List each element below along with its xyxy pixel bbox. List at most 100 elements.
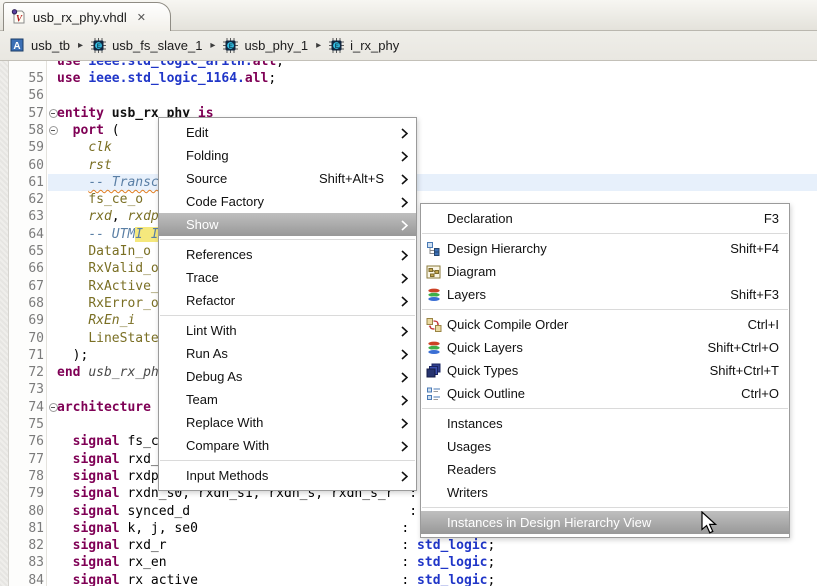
menu-item-trace[interactable]: Trace (159, 266, 416, 289)
submenu-arrow-icon (401, 371, 408, 386)
line-number: 72 (9, 364, 44, 382)
tab-usb-rx-phy[interactable]: V usb_rx_phy.vhdl ✕ (3, 2, 171, 31)
menu-item-quick-compile-order[interactable]: Quick Compile OrderCtrl+I (421, 313, 789, 336)
svg-text:E: E (229, 43, 234, 50)
code-token: rxd (88, 209, 111, 224)
code-token (57, 504, 73, 519)
menu-item-refactor[interactable]: Refactor (159, 289, 416, 312)
code-line-83[interactable]: signal rx_en : std_logic; (48, 554, 817, 571)
code-token (57, 158, 88, 173)
menu-item-edit[interactable]: Edit (159, 121, 416, 144)
menu-item-quick-outline[interactable]: Quick OutlineCtrl+O (421, 382, 789, 405)
breadcrumb: Ausb_tb▸Eusb_fs_slave_1▸Eusb_phy_1▸Ei_rx… (0, 31, 817, 61)
breadcrumb-item-usb-fs-slave-1[interactable]: Eusb_fs_slave_1 (91, 38, 202, 53)
code-token: ieee.std_logic_arith. (88, 61, 252, 69)
code-token: ieee.std_logic_1164. (88, 71, 245, 86)
code-token: synced_d : (127, 504, 417, 519)
code-token (57, 434, 73, 449)
code-token: ); (57, 348, 88, 363)
breadcrumb-label: usb_phy_1 (244, 38, 308, 53)
breadcrumb-arrow-icon: ▸ (316, 40, 321, 51)
menu-item-writers[interactable]: Writers (421, 481, 789, 504)
code-token: signal (73, 452, 128, 467)
code-token: use (57, 71, 88, 86)
submenu-arrow-icon (401, 150, 408, 165)
code-token: signal (73, 521, 128, 536)
tab-close-icon[interactable]: ✕ (137, 11, 146, 24)
menu-item-instances[interactable]: Instances (421, 412, 789, 435)
menu-item-usages[interactable]: Usages (421, 435, 789, 458)
layers-icon (426, 287, 442, 303)
code-line-84[interactable]: signal rx_active : std_logic; (48, 572, 817, 586)
menu-item-folding[interactable]: Folding (159, 144, 416, 167)
code-line-55[interactable]: use ieee.std_logic_1164.all; (48, 70, 817, 87)
menu-item-input-methods[interactable]: Input Methods (159, 464, 416, 487)
menu-item-code-factory[interactable]: Code Factory (159, 190, 416, 213)
code-token: , (112, 209, 128, 224)
menu-item-label: Layers (447, 287, 486, 302)
menu-item-replace-with[interactable]: Replace With (159, 411, 416, 434)
menu-item-references[interactable]: References (159, 243, 416, 266)
breadcrumb-item-usb-phy-1[interactable]: Eusb_phy_1 (223, 38, 308, 53)
menu-item-diagram[interactable]: Diagram (421, 260, 789, 283)
menu-item-shortcut: Ctrl+I (748, 317, 779, 332)
code-token: rx_en : (127, 555, 417, 570)
submenu-arrow-icon (401, 440, 408, 455)
menu-item-compare-with[interactable]: Compare With (159, 434, 416, 457)
entity-chip-icon: E (91, 38, 106, 53)
code-token: signal (73, 486, 128, 501)
line-number: 62 (9, 191, 44, 209)
submenu-arrow-icon (401, 295, 408, 310)
menu-item-label: Refactor (186, 293, 235, 308)
menu-item-instances-in-design-hierarchy-view[interactable]: Instances in Design Hierarchy View (421, 511, 789, 534)
menu-item-lint-with[interactable]: Lint With (159, 319, 416, 342)
menu-item-label: Declaration (447, 211, 513, 226)
menu-item-label: Quick Layers (447, 340, 523, 355)
code-line-partial[interactable]: use ieee.std_logic_arith.all; (48, 61, 817, 70)
menu-item-label: Folding (186, 148, 229, 163)
code-token: entity (57, 106, 112, 121)
code-token: ; (488, 538, 496, 553)
breadcrumb-item-i-rx-phy[interactable]: Ei_rx_phy (329, 38, 399, 53)
menu-item-layers[interactable]: LayersShift+F3 (421, 283, 789, 306)
menu-item-quick-layers[interactable]: Quick LayersShift+Ctrl+O (421, 336, 789, 359)
menu-item-design-hierarchy[interactable]: Design HierarchyShift+F4 (421, 237, 789, 260)
entity-chip-icon: E (223, 38, 238, 53)
code-token: fs_ce_o (88, 192, 143, 207)
submenu-arrow-icon (401, 325, 408, 340)
submenu-arrow-icon (401, 249, 408, 264)
compile-order-icon (426, 317, 442, 333)
code-token: -- UTM (88, 227, 135, 242)
menu-item-label: Readers (447, 462, 496, 477)
svg-text:E: E (97, 43, 102, 50)
menu-item-source[interactable]: SourceShift+Alt+S (159, 167, 416, 190)
menu-separator (422, 309, 788, 310)
code-line-82[interactable]: signal rxd_r : std_logic; (48, 537, 817, 554)
code-token (57, 261, 88, 276)
menu-item-declaration[interactable]: DeclarationF3 (421, 207, 789, 230)
line-number: 56 (9, 87, 44, 105)
menu-item-show[interactable]: Show (159, 213, 416, 236)
menu-item-label: Diagram (447, 264, 496, 279)
menu-item-run-as[interactable]: Run As (159, 342, 416, 365)
code-token: ; (488, 573, 496, 586)
menu-item-readers[interactable]: Readers (421, 458, 789, 481)
code-line-56[interactable] (48, 87, 817, 104)
submenu-arrow-icon (401, 394, 408, 409)
code-token (57, 209, 88, 224)
menu-item-quick-types[interactable]: Quick TypesShift+Ctrl+T (421, 359, 789, 382)
menu-item-debug-as[interactable]: Debug As (159, 365, 416, 388)
code-token (57, 227, 88, 242)
editor-tab-bar: V usb_rx_phy.vhdl ✕ (0, 0, 817, 31)
menu-item-label: References (186, 247, 252, 262)
menu-item-label: Team (186, 392, 218, 407)
menu-item-team[interactable]: Team (159, 388, 416, 411)
code-token (57, 192, 88, 207)
code-token: signal (73, 573, 128, 586)
code-token: rst (88, 158, 111, 173)
breadcrumb-arrow-icon: ▸ (78, 40, 83, 51)
line-number: 82 (9, 537, 44, 555)
menu-item-no-icon (426, 416, 442, 432)
breadcrumb-item-usb-tb[interactable]: Ausb_tb (10, 38, 70, 53)
architecture-icon: A (10, 38, 25, 53)
